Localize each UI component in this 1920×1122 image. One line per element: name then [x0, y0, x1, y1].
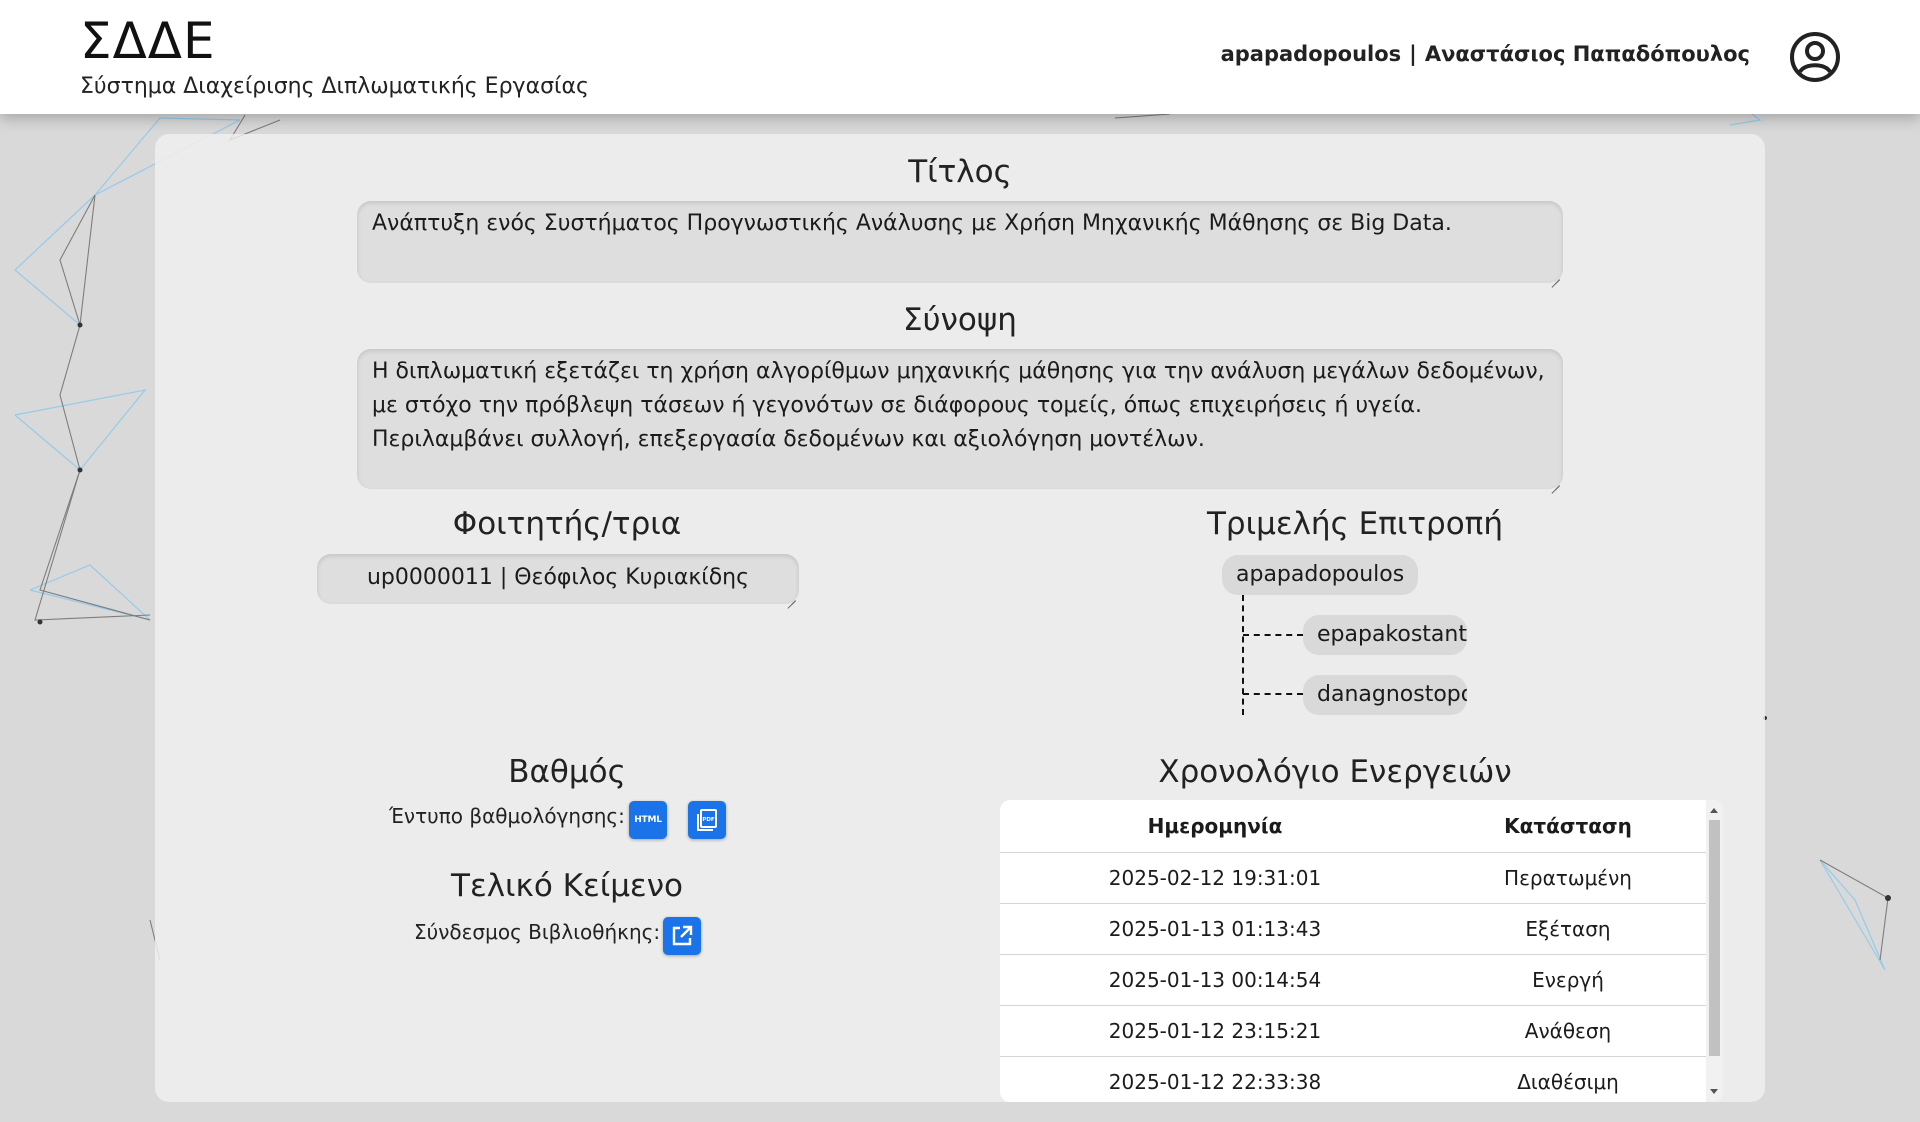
row-status: Ενεργή	[1430, 954, 1706, 1006]
table-header-row: Ημερομηνία Κατάσταση	[1000, 800, 1706, 853]
final-text-heading: Τελικό Κείμενο	[451, 868, 683, 904]
column-header-date: Ημερομηνία	[1000, 800, 1430, 853]
username: apapadopoulos	[1220, 42, 1402, 66]
app-header: ΣΔΔΕ Σύστημα Διαχείρισης Διπλωματικής Ερ…	[0, 0, 1920, 114]
committee-connector	[1243, 693, 1303, 695]
row-status: Περατωμένη	[1430, 852, 1706, 904]
committee-member: epapakostantino	[1303, 615, 1467, 655]
scroll-thumb[interactable]	[1709, 820, 1720, 1056]
thesis-details-card: Τίτλος Ανάπτυξη ενός Συστήματος Προγνωστ…	[155, 134, 1765, 1102]
library-link-label: Σύνδεσμος Βιβλιοθήκης:	[414, 920, 661, 944]
committee-member: danagnostopou	[1303, 675, 1467, 715]
committee-heading: Τριμελής Επιτροπή	[1207, 506, 1503, 542]
table-row: 2025-02-12 19:31:01 Περατωμένη	[1000, 852, 1706, 904]
resize-handle[interactable]	[786, 591, 796, 601]
scroll-up-icon[interactable]	[1710, 808, 1718, 813]
summary-textarea[interactable]: Η διπλωματική εξετάζει τη χρήση αλγορίθμ…	[357, 349, 1563, 489]
row-date: 2025-01-12 23:15:21	[1000, 1005, 1430, 1057]
title-heading: Τίτλος	[908, 154, 1012, 190]
scroll-down-icon[interactable]	[1710, 1089, 1718, 1094]
pdf-file-icon[interactable]: PDF	[688, 801, 726, 839]
row-date: 2025-02-12 19:31:01	[1000, 852, 1430, 904]
resize-handle[interactable]	[1550, 476, 1560, 486]
table-row: 2025-01-12 23:15:21 Ανάθεση	[1000, 1005, 1706, 1057]
column-header-status: Κατάσταση	[1430, 800, 1706, 853]
student-heading: Φοιτητής/τρια	[452, 506, 682, 542]
row-date: 2025-01-13 00:14:54	[1000, 954, 1430, 1006]
row-status: Εξέταση	[1430, 903, 1706, 955]
history-table[interactable]: Ημερομηνία Κατάσταση 2025-02-12 19:31:01…	[1000, 800, 1723, 1102]
committee-connector	[1242, 595, 1244, 715]
user-circle-icon[interactable]	[1789, 31, 1841, 83]
table-row: 2025-01-12 22:33:38 Διαθέσιμη	[1000, 1056, 1706, 1102]
student-text: up0000011 | Θεόφιλος Κυριακίδης	[366, 565, 750, 590]
html-file-icon[interactable]: HTML	[629, 801, 667, 839]
row-date: 2025-01-12 22:33:38	[1000, 1056, 1430, 1102]
row-date: 2025-01-13 01:13:43	[1000, 903, 1430, 955]
app-logo[interactable]: ΣΔΔΕ	[80, 12, 216, 70]
grade-heading: Βαθμός	[508, 754, 626, 790]
user-full-name: Αναστάσιος Παπαδόπουλος	[1424, 42, 1750, 66]
committee-connector	[1243, 634, 1303, 636]
student-field[interactable]: up0000011 | Θεόφιλος Κυριακίδης	[317, 554, 799, 604]
user-info: apapadopoulos | Αναστάσιος Παπαδόπουλος	[1221, 42, 1750, 66]
title-text: Ανάπτυξη ενός Συστήματος Προγνωστικής Αν…	[372, 211, 1452, 236]
table-row: 2025-01-13 00:14:54 Ενεργή	[1000, 954, 1706, 1006]
history-heading: Χρονολόγιο Ενεργειών	[1158, 754, 1512, 790]
resize-handle[interactable]	[1550, 270, 1560, 280]
table-row: 2025-01-13 01:13:43 Εξέταση	[1000, 903, 1706, 955]
external-link-icon[interactable]	[663, 917, 701, 955]
user-separator: |	[1409, 42, 1417, 66]
summary-heading: Σύνοψη	[903, 302, 1017, 338]
grade-form-label: Έντυπο βαθμολόγησης:	[389, 804, 625, 828]
svg-text:PDF: PDF	[702, 817, 715, 823]
summary-text: Η διπλωματική εξετάζει τη χρήση αλγορίθμ…	[372, 359, 1545, 452]
title-textarea[interactable]: Ανάπτυξη ενός Συστήματος Προγνωστικής Αν…	[357, 201, 1563, 283]
app-subtitle: Σύστημα Διαχείρισης Διπλωματικής Εργασία…	[80, 74, 589, 99]
row-status: Ανάθεση	[1430, 1005, 1706, 1057]
row-status: Διαθέσιμη	[1430, 1056, 1706, 1102]
committee-supervisor: apapadopoulos	[1222, 555, 1419, 595]
table-scrollbar[interactable]	[1706, 800, 1723, 1102]
